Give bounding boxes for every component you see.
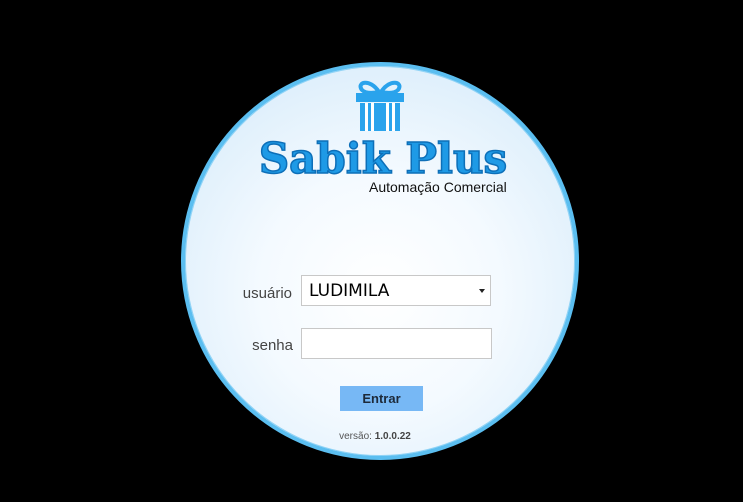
version-number: 1.0.0.22	[374, 431, 411, 442]
login-screen: Sabik Plus Automação Comercial usuário L…	[0, 0, 743, 502]
user-label: usuário	[242, 285, 292, 302]
brand-name: Sabik Plus	[259, 134, 507, 183]
gift-icon	[356, 80, 404, 131]
password-field[interactable]	[301, 328, 492, 359]
user-select-value: LUDIMILA	[309, 281, 390, 301]
enter-button[interactable]: Entrar	[340, 386, 423, 411]
brand-logo: Sabik Plus	[258, 133, 508, 183]
brand-subtitle: Automação Comercial	[369, 179, 507, 195]
password-label: senha	[252, 337, 293, 354]
version-label: versão:	[339, 431, 372, 442]
version-info: versão: 1.0.0.22	[300, 431, 450, 442]
user-select[interactable]: LUDIMILA	[301, 275, 491, 306]
chevron-down-icon	[479, 289, 485, 293]
